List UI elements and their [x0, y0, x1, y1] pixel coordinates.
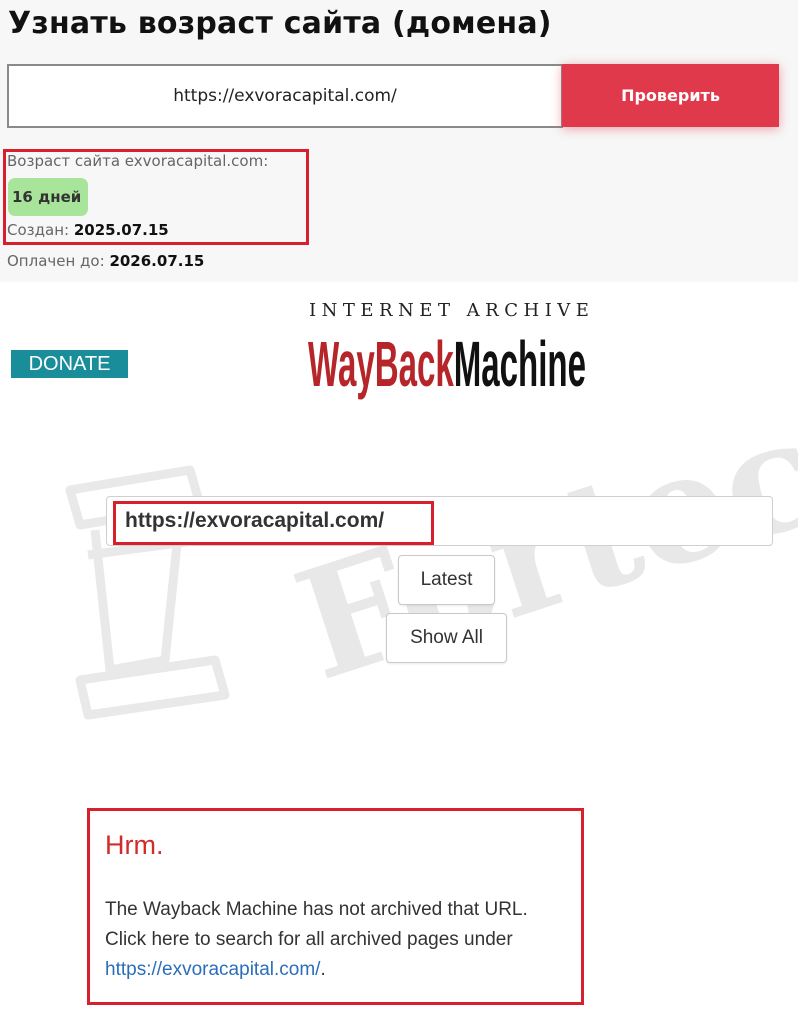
message-title: Hrm. — [105, 830, 164, 860]
wayback-logo-text: WayBackMachine — [308, 330, 586, 400]
wayback-machine-logo[interactable]: WayBackMachine — [308, 330, 588, 400]
url-input[interactable] — [7, 64, 563, 128]
donate-button[interactable]: DONATE — [11, 350, 128, 378]
message-line-1: The Wayback Machine has not archived tha… — [105, 899, 528, 920]
logo-wayback-part: WayBack — [308, 330, 454, 400]
watermark-text: Forteck — [277, 380, 798, 715]
paid-label: Оплачен до: — [7, 252, 110, 270]
archived-pages-link[interactable]: https://exvoracapital.com/ — [105, 959, 320, 980]
age-badge: 16 дней — [8, 178, 88, 216]
internet-archive-label: INTERNET ARCHIVE — [309, 300, 595, 321]
page-title: Узнать возраст сайта (домена) — [8, 6, 552, 41]
created-label: Создан: — [7, 221, 74, 239]
forteck-watermark: Forteck — [65, 380, 798, 720]
created-line: Создан: 2025.07.15 — [7, 221, 169, 239]
logo-machine-part: Machine — [454, 330, 586, 400]
show-all-button[interactable]: Show All — [386, 613, 507, 663]
message-line-3: https://exvoracapital.com/. — [105, 959, 326, 981]
paid-line: Оплачен до: 2026.07.15 — [7, 252, 204, 270]
latest-button[interactable]: Latest — [398, 555, 495, 605]
wayback-search-input[interactable] — [106, 496, 773, 546]
link-suffix: . — [320, 959, 326, 980]
check-button[interactable]: Проверить — [562, 64, 779, 127]
message-line-2[interactable]: Click here to search for all archived pa… — [105, 929, 513, 951]
paid-value: 2026.07.15 — [109, 252, 205, 270]
created-value: 2025.07.15 — [73, 221, 169, 239]
age-label: Возраст сайта exvoracapital.com: — [7, 152, 269, 170]
